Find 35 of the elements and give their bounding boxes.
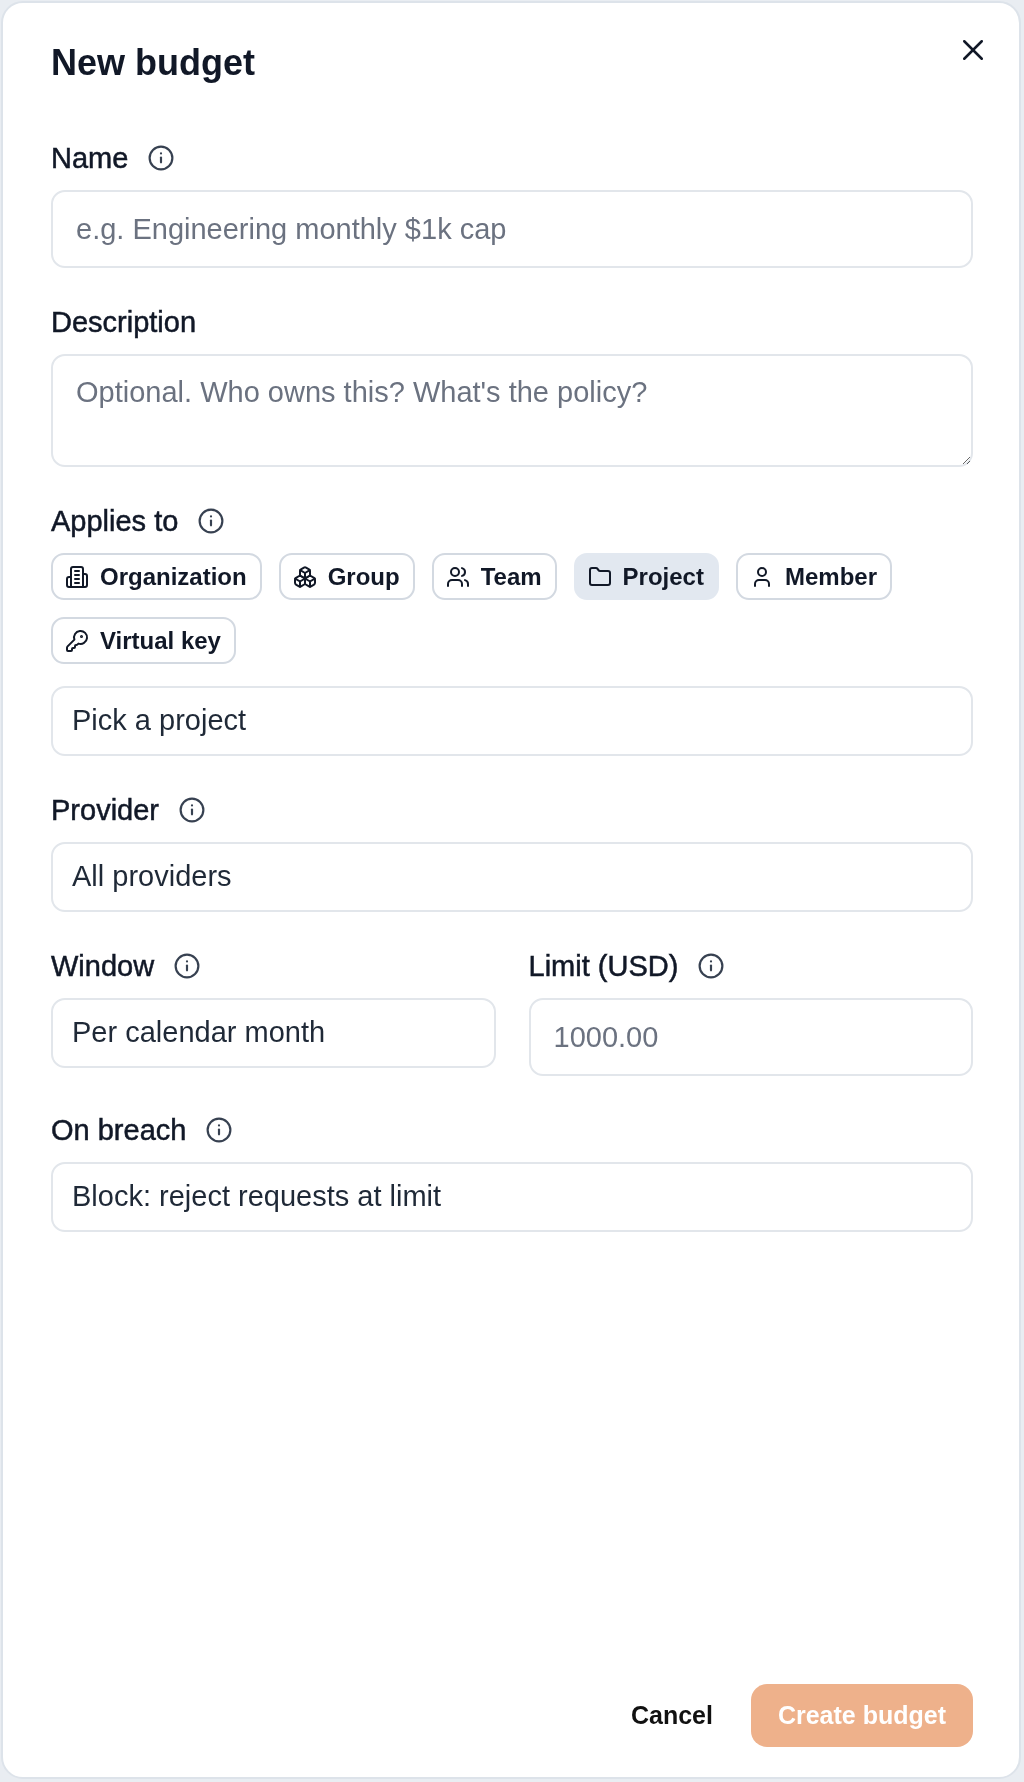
dialog-title: New budget <box>51 41 255 84</box>
key-icon <box>65 628 89 653</box>
field-label: Limit (USD) <box>528 949 679 983</box>
info-icon[interactable] <box>698 953 725 979</box>
info-icon[interactable] <box>179 797 205 823</box>
users-icon <box>445 564 470 589</box>
field-label: Window <box>51 949 155 983</box>
scope-chip[interactable]: Member <box>735 553 892 600</box>
close-button[interactable] <box>963 40 983 60</box>
field-label: Provider <box>51 793 159 827</box>
scope-chip[interactable]: Project <box>573 553 719 600</box>
building-icon <box>65 564 89 589</box>
textarea-field[interactable]: Optional. Who owns this? What's the policy? <box>51 354 973 467</box>
field-label: Description <box>51 305 197 339</box>
dropdown-field[interactable]: All providers <box>51 842 973 912</box>
field-label: On breach <box>51 1113 187 1147</box>
cancel-button[interactable]: Cancel <box>616 1686 727 1745</box>
scope-chip[interactable]: Virtual key <box>51 617 236 664</box>
scope-chip[interactable]: Organization <box>51 553 262 600</box>
cubes-icon <box>292 564 317 589</box>
scope-chip[interactable]: Group <box>278 553 415 600</box>
field-label: Name <box>51 141 129 175</box>
dropdown-field[interactable]: Pick a project <box>51 686 973 756</box>
field-label: Applies to <box>51 504 179 538</box>
folder-icon <box>587 564 612 589</box>
info-icon[interactable] <box>148 145 175 171</box>
info-icon[interactable] <box>198 508 225 534</box>
input-field[interactable]: e.g. Engineering monthly $1k cap <box>51 190 973 268</box>
dropdown-field[interactable]: Block: reject requests at limit <box>51 1162 973 1232</box>
info-icon[interactable] <box>174 953 201 979</box>
scope-chip[interactable]: Team <box>431 553 557 600</box>
close-icon <box>963 40 983 60</box>
input-field[interactable]: 1000.00 <box>528 998 973 1076</box>
info-icon[interactable] <box>206 1117 233 1143</box>
dropdown-field[interactable]: Per calendar month <box>51 998 496 1068</box>
